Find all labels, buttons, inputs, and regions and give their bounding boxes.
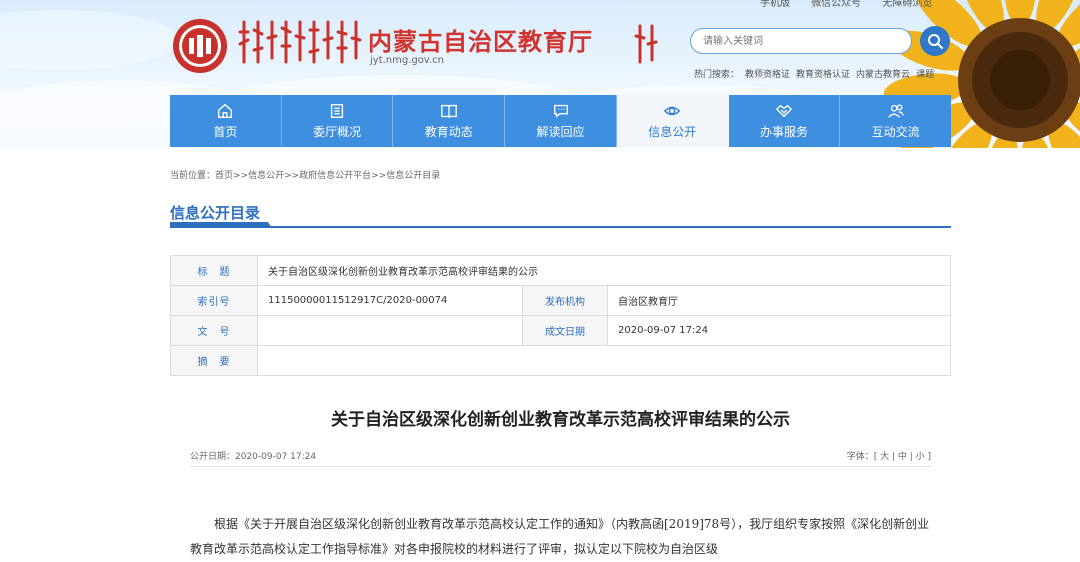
breadcrumb[interactable]: 当前位置：首页>>信息公开>>政府信息公开平台>>信息公开目录 xyxy=(170,168,440,181)
nav-label: 教育动态 xyxy=(424,125,473,139)
search-icon xyxy=(928,34,943,49)
date-label: 成文日期 xyxy=(522,315,608,346)
article-paragraph: 根据《关于开展自治区级深化创新创业教育改革示范高校认定工作的通知》（内教高函[2… xyxy=(190,517,930,556)
article-body: 根据《关于开展自治区级深化创新创业教育改革示范高校认定工作的通知》（内教高函[2… xyxy=(190,512,931,562)
hot-search: 热门搜索： 教师资格证 教育资格认证 内蒙古教育云 课题 xyxy=(694,67,940,80)
doc-no-value xyxy=(257,315,523,346)
article-title: 关于自治区级深化创新创业教育改革示范高校评审结果的公示 xyxy=(331,410,790,430)
nav-label: 信息公开 xyxy=(648,125,697,139)
meta-divider xyxy=(190,466,931,467)
info-table: 标 题 关于自治区级深化创新创业教育改革示范高校评审结果的公示 索引号 1115… xyxy=(170,255,951,376)
search-box[interactable] xyxy=(690,28,912,54)
hot-search-item[interactable]: 教育资格认证 xyxy=(796,70,850,80)
index-label: 索引号 xyxy=(170,285,258,316)
wechat-link[interactable]: 微信公众号 xyxy=(811,0,861,9)
index-value: 11150000011512917C/2020-00074 xyxy=(257,285,523,316)
section-title: 信息公开目录 xyxy=(170,204,261,222)
eye-icon xyxy=(664,106,681,116)
search-input[interactable] xyxy=(691,29,911,54)
book-icon xyxy=(440,104,457,119)
hot-search-item[interactable]: 教师资格证 xyxy=(745,70,790,80)
site-header: 手机版 微信公众号 无障碍浏览 内蒙古自治区教育厅 jyt.nmg.gov.cn xyxy=(0,0,1080,148)
nav-item-interpret[interactable]: 解读回应 xyxy=(505,95,617,147)
main-nav: 首页 委厅概况 教育动态 解读回应 信息公开 办事服务 互动交流 xyxy=(170,95,951,147)
nav-item-interact[interactable]: 互动交流 xyxy=(840,95,951,147)
mongolian-script-logo xyxy=(238,20,362,64)
nav-label: 办事服务 xyxy=(759,125,808,139)
home-icon xyxy=(218,103,233,118)
list-icon xyxy=(331,104,344,118)
users-icon xyxy=(887,104,904,118)
table-row: 标 题 关于自治区级深化创新创业教育改革示范高校评审结果的公示 xyxy=(170,255,951,286)
table-row: 文 号 成文日期 2020-09-07 17:24 xyxy=(170,315,951,346)
nav-item-home[interactable]: 首页 xyxy=(170,95,282,147)
font-size-control[interactable]: 字体：[ 大 | 中 | 小 ] xyxy=(847,449,931,462)
nav-label: 解读回应 xyxy=(536,125,585,139)
top-links: 手机版 微信公众号 无障碍浏览 xyxy=(760,0,950,9)
publisher-value: 自治区教育厅 xyxy=(607,285,951,316)
emblem-logo[interactable] xyxy=(172,18,228,74)
publish-date: 公开日期：2020-09-07 17:24 xyxy=(190,452,317,462)
table-row: 摘 要 xyxy=(170,345,951,376)
nav-item-services[interactable]: 办事服务 xyxy=(729,95,841,147)
abstract-value xyxy=(257,345,951,376)
publisher-label: 发布机构 xyxy=(522,285,608,316)
nav-label: 互动交流 xyxy=(871,125,920,139)
abstract-label: 摘 要 xyxy=(170,345,258,376)
handshake-icon xyxy=(775,104,793,118)
nav-label: 首页 xyxy=(213,125,238,139)
nav-item-news[interactable]: 教育动态 xyxy=(393,95,506,147)
search-button[interactable] xyxy=(920,26,950,56)
title-value: 关于自治区级深化创新创业教育改革示范高校评审结果的公示 xyxy=(257,255,951,286)
chat-icon xyxy=(553,104,568,118)
section-divider xyxy=(170,226,951,228)
mongolian-script-logo-2 xyxy=(634,24,658,64)
hot-search-item[interactable]: 内蒙古教育云 xyxy=(856,70,910,80)
site-title: 内蒙古自治区教育厅 xyxy=(368,28,593,56)
accessibility-link[interactable]: 无障碍浏览 xyxy=(882,0,932,9)
nav-label: 委厅概况 xyxy=(313,125,362,139)
hot-search-label: 热门搜索： xyxy=(694,70,740,80)
article-meta: 公开日期：2020-09-07 17:24 字体：[ 大 | 中 | 小 ] xyxy=(190,449,931,467)
date-value: 2020-09-07 17:24 xyxy=(607,315,951,346)
table-row: 索引号 11150000011512917C/2020-00074 发布机构 自… xyxy=(170,285,951,316)
nav-item-info-public[interactable]: 信息公开 xyxy=(616,95,729,147)
mobile-link[interactable]: 手机版 xyxy=(760,0,790,9)
hot-search-item[interactable]: 课题 xyxy=(916,70,934,80)
title-label: 标 题 xyxy=(170,255,258,286)
site-domain: jyt.nmg.gov.cn xyxy=(370,55,445,66)
doc-no-label: 文 号 xyxy=(170,315,258,346)
nav-item-overview[interactable]: 委厅概况 xyxy=(282,95,394,147)
